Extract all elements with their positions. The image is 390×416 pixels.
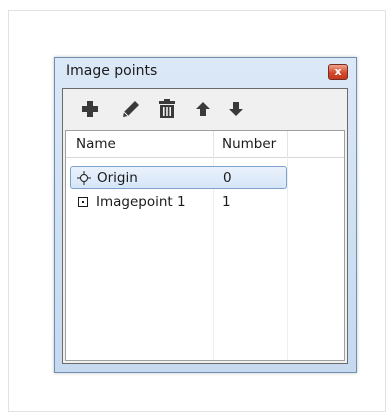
plus-icon — [82, 101, 98, 117]
edit-button[interactable] — [120, 98, 142, 120]
add-button[interactable] — [79, 98, 101, 120]
column-divider[interactable] — [287, 131, 288, 157]
pencil-icon — [123, 101, 139, 117]
image-points-window: Image points x Name Number Origin 0 Imag… — [54, 57, 357, 373]
arrow-down-icon — [229, 102, 243, 116]
table-row-imagepoint-1[interactable]: Imagepoint 1 1 — [70, 191, 287, 214]
row-name: Origin — [97, 170, 138, 186]
delete-button[interactable] — [156, 98, 178, 120]
move-up-button[interactable] — [192, 98, 214, 120]
row-name: Imagepoint 1 — [96, 194, 186, 210]
column-divider[interactable] — [213, 131, 214, 157]
table-row-origin[interactable]: Origin 0 — [70, 166, 287, 189]
crosshair-icon — [77, 171, 91, 185]
title-bar[interactable]: Image points x — [55, 58, 356, 86]
window-title: Image points — [66, 63, 158, 79]
trash-icon — [159, 99, 175, 118]
column-header-number[interactable]: Number — [222, 136, 276, 152]
panel-body: Name Number Origin 0 Imagepoint 1 1 — [62, 88, 348, 364]
arrow-up-icon — [196, 102, 210, 116]
row-number: 0 — [223, 170, 232, 186]
points-table[interactable]: Name Number Origin 0 Imagepoint 1 1 — [65, 130, 345, 361]
row-number: 1 — [222, 194, 231, 210]
square-point-icon — [78, 197, 88, 207]
grid-line — [287, 157, 288, 360]
column-header-name[interactable]: Name — [76, 136, 116, 152]
move-down-button[interactable] — [225, 98, 247, 120]
toolbar — [63, 89, 347, 127]
close-button[interactable]: x — [328, 64, 348, 80]
table-header: Name Number — [66, 131, 344, 158]
